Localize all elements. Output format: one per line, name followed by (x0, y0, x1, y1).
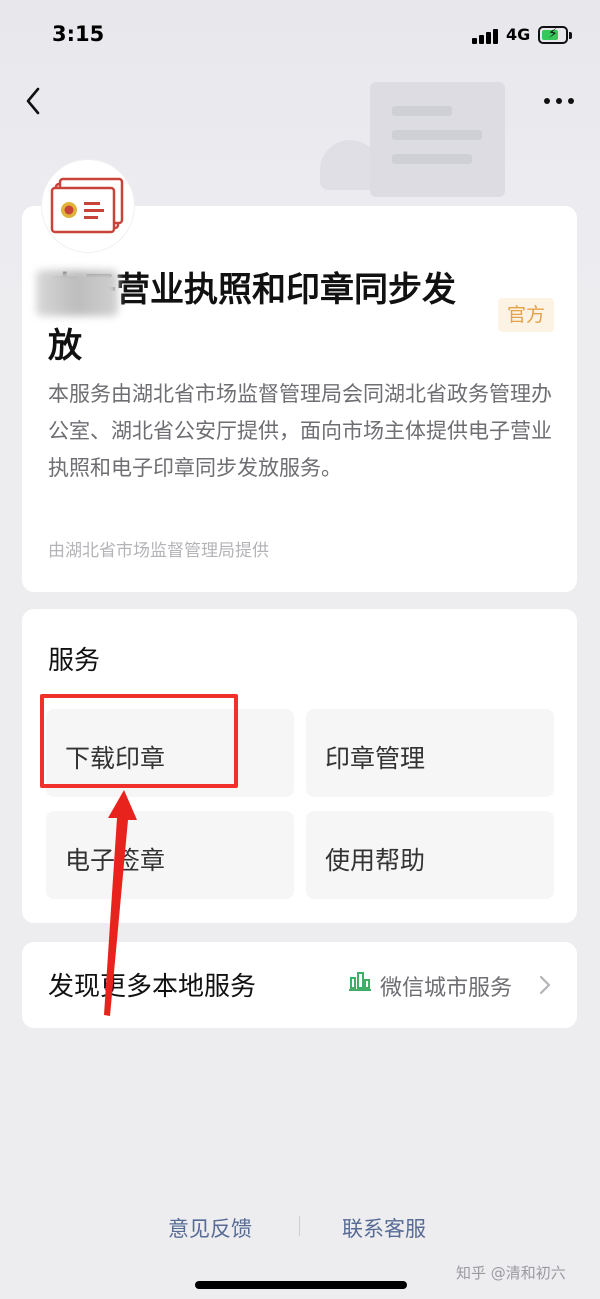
service-electronic-signature[interactable]: 电子签章 (46, 811, 294, 899)
official-badge: 官方 (498, 298, 554, 332)
more-services-label: 发现更多本地服务 (48, 972, 257, 1002)
feedback-link[interactable]: 意见反馈 (168, 1213, 252, 1243)
battery-icon: ⚡ (538, 26, 568, 44)
redacted-region (36, 270, 118, 316)
footer-divider (299, 1216, 300, 1236)
highlight-box-annotation (40, 694, 238, 788)
chevron-right-icon (538, 974, 552, 996)
battery-cap (569, 32, 572, 39)
services-section-title: 服务 (48, 646, 101, 676)
service-label: 电子签章 (65, 846, 166, 875)
back-chevron-icon[interactable] (22, 86, 50, 116)
contact-support-link[interactable]: 联系客服 (342, 1213, 426, 1243)
service-label: 印章管理 (325, 744, 426, 773)
signal-icon (472, 28, 500, 44)
service-description: 本服务由湖北省市场监督管理局会同湖北省政务管理办公室、湖北省公安厅提供，面向市场… (48, 382, 552, 480)
city-service-link[interactable]: 微信城市服务 (380, 970, 512, 1002)
service-provider: 由湖北省市场监督管理局提供 (48, 541, 269, 561)
license-logo-icon (42, 160, 134, 252)
watermark: 知乎 @清和初六 (456, 1264, 566, 1282)
service-label: 使用帮助 (325, 846, 426, 875)
home-indicator[interactable] (195, 1281, 407, 1289)
network-type: 4G (506, 25, 531, 44)
service-seal-management[interactable]: 印章管理 (306, 709, 554, 797)
status-time: 3:15 (52, 22, 105, 46)
city-service-icon (348, 970, 372, 992)
service-help[interactable]: 使用帮助 (306, 811, 554, 899)
background-document-illustration (370, 82, 505, 197)
more-dots-icon[interactable] (544, 98, 576, 106)
